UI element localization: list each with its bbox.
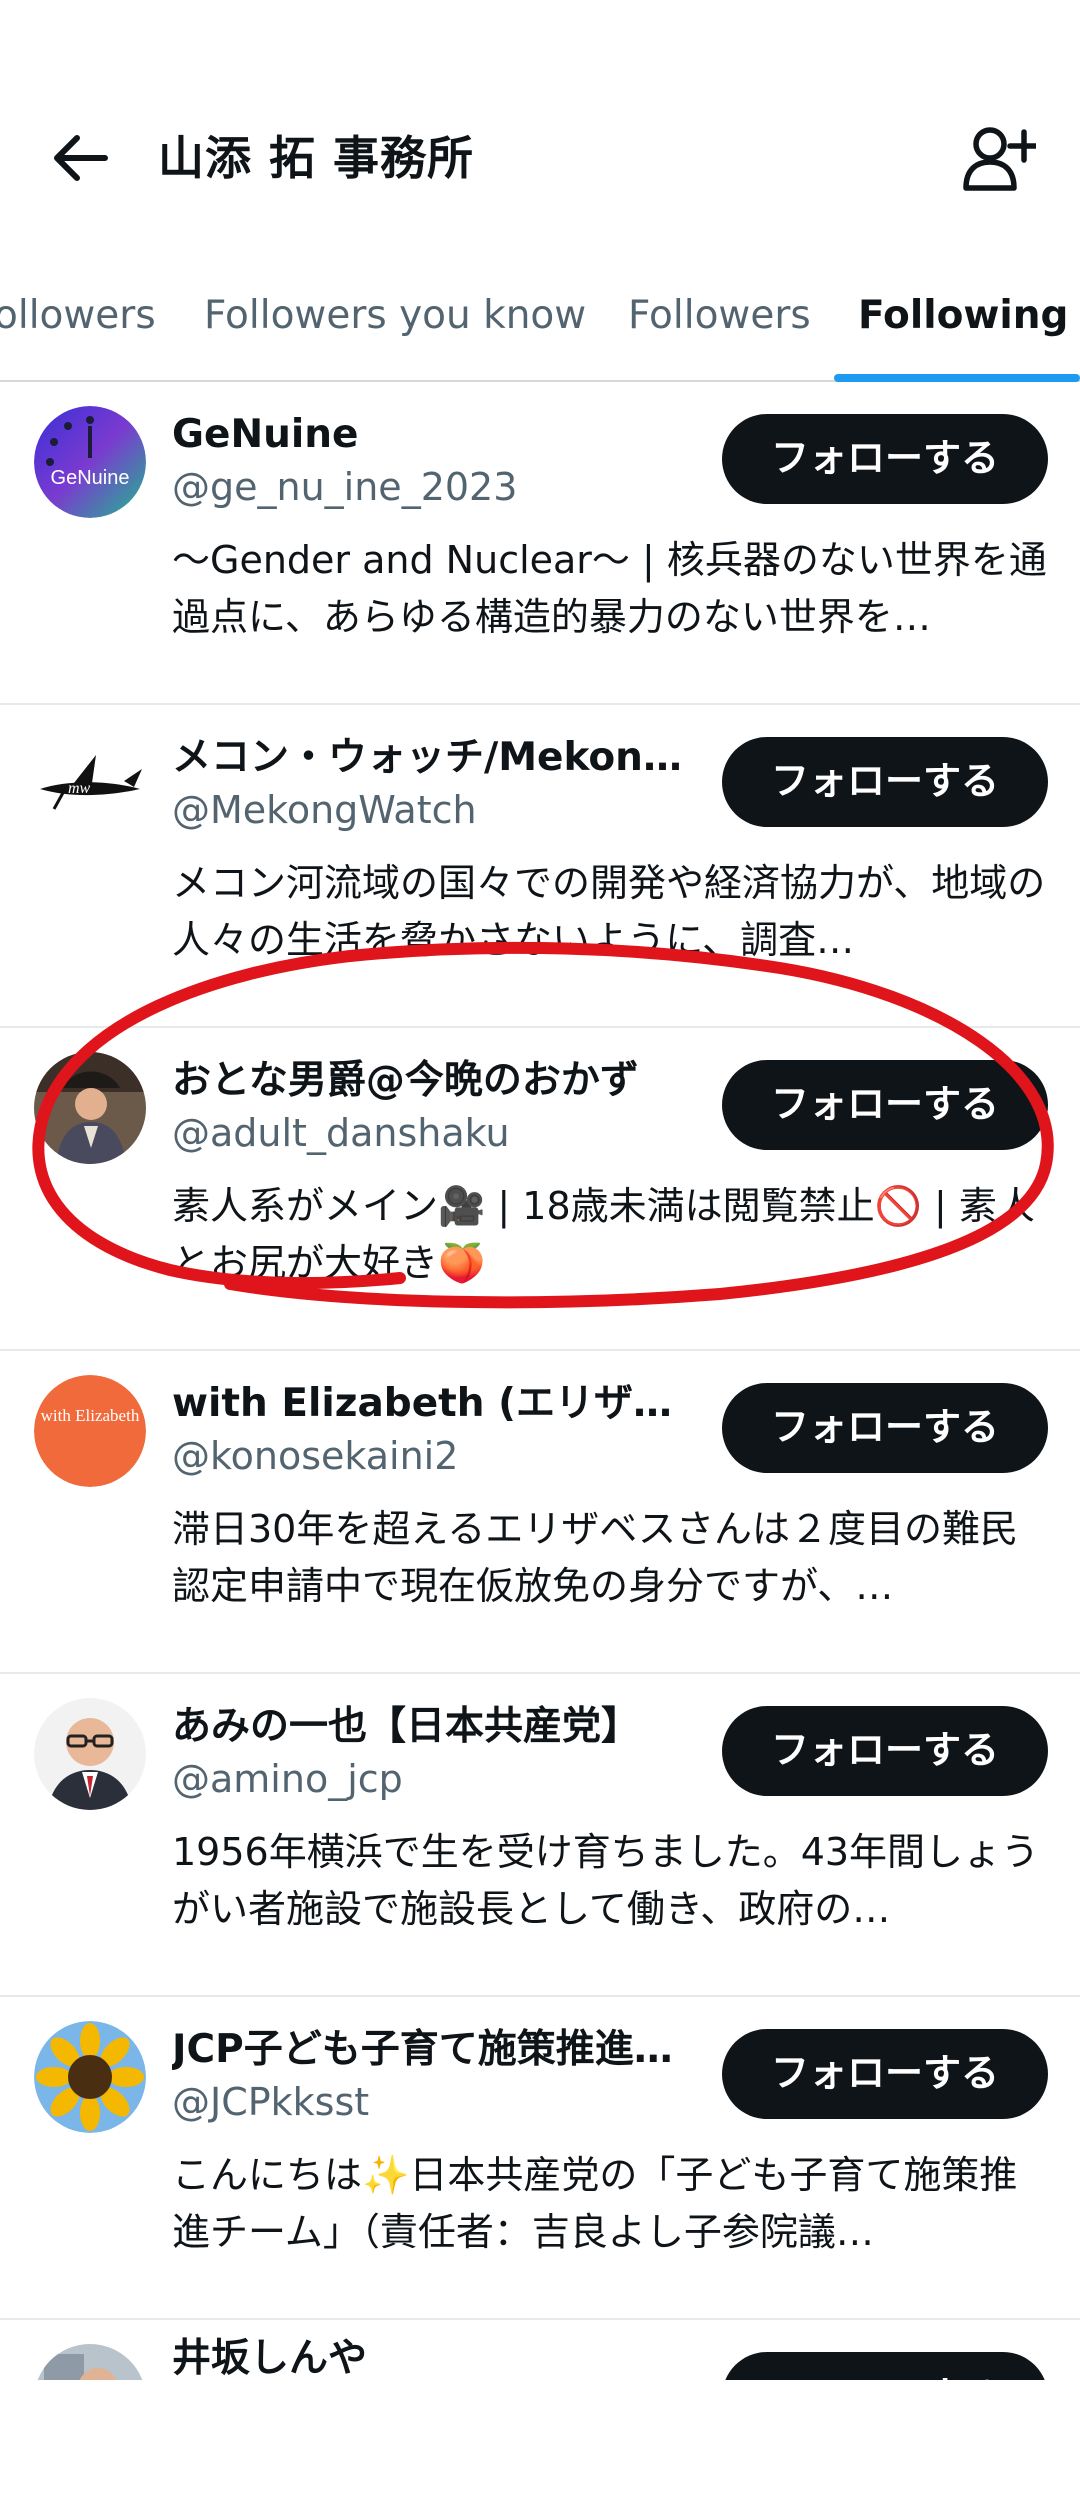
avatar[interactable]	[34, 1698, 146, 1810]
avatar[interactable]: GeNuine	[34, 406, 146, 518]
list-item[interactable]: mw メコン・ウォッチ/Mekon… @MekongWatch メコン河流域の国…	[0, 705, 1080, 1028]
avatar-text: mw	[68, 780, 91, 797]
active-tab-indicator	[834, 374, 1080, 382]
follow-button[interactable]: フォローする	[722, 1060, 1048, 1150]
user-handle: @adult_danshaku	[172, 1111, 510, 1155]
user-bio: 滞日30年を超えるエリザベスさんは２度目の難民認定申請中で現在仮放免の身分ですが…	[172, 1507, 1018, 1608]
tab-bar: ollowers Followers you know Followers Fo…	[0, 280, 1080, 382]
tab-followers[interactable]: Followers	[628, 280, 811, 380]
follow-button[interactable]: フォローする	[722, 1383, 1048, 1473]
avatar[interactable]: with Elizabeth	[34, 1375, 146, 1487]
follow-button[interactable]: フォローする	[722, 737, 1048, 827]
tab-followers-you-know[interactable]: Followers you know	[204, 280, 586, 380]
user-name: GeNuine	[172, 412, 359, 457]
follow-button[interactable]: フォローする	[722, 2029, 1048, 2119]
arrow-left-icon	[54, 135, 108, 181]
page-title: 山添 拓 事務所	[158, 131, 475, 185]
add-user-icon	[963, 127, 1039, 191]
user-name: with Elizabeth (エリザベ…	[172, 1381, 702, 1426]
back-button[interactable]	[48, 126, 112, 190]
user-name: 井坂しんや	[172, 2336, 368, 2380]
user-name: あみの一也【日本共産党】	[172, 1704, 641, 1749]
list-item[interactable]: おとな男爵@今晩のおかず @adult_danshaku 素人系がメイン🎥 | …	[0, 1028, 1080, 1351]
following-list: GeNuine GeNuine @ge_nu_ine_2023 〜Gender …	[0, 382, 1080, 2380]
user-bio: 1956年横浜で生を受け育ちました。43年間しょうがい者施設で施設長として働き、…	[172, 1830, 1040, 1931]
user-handle: @MekongWatch	[172, 788, 477, 832]
add-user-button[interactable]	[962, 124, 1039, 194]
list-item[interactable]: with Elizabeth with Elizabeth (エリザベ… @ko…	[0, 1351, 1080, 1674]
avatar[interactable]: mw	[34, 729, 146, 841]
follow-button[interactable]: フォローする	[722, 2352, 1048, 2380]
avatar[interactable]	[34, 1052, 146, 1164]
avatar[interactable]	[34, 2344, 146, 2380]
user-bio: 素人系がメイン🎥 | 18歳未満は閲覧禁止🚫 | 素人とお尻が大好き🍑	[172, 1184, 1035, 1285]
list-item[interactable]: JCP子ども子育て施策推進… @JCPkksst こんにちは✨日本共産党の「子ど…	[0, 1997, 1080, 2320]
user-bio: こんにちは✨日本共産党の「子ども子育て施策推進チーム」（責任者：吉良よし子参院議…	[172, 2153, 1018, 2254]
user-bio: メコン河流域の国々での開発や経済協力が、地域の人々の生活を脅かさないように、調査…	[172, 861, 1046, 962]
user-handle: @amino_jcp	[172, 1757, 403, 1801]
tab-verified-followers[interactable]: ollowers	[0, 280, 156, 380]
user-name: おとな男爵@今晩のおかず	[172, 1058, 639, 1103]
tab-following[interactable]: Following	[858, 280, 1068, 380]
follow-button[interactable]: フォローする	[722, 414, 1048, 504]
user-bio: 〜Gender and Nuclear〜 | 核兵器のない世界を通過点に、あらゆ…	[172, 538, 1047, 639]
user-name: メコン・ウォッチ/Mekon…	[172, 735, 682, 780]
user-handle: @ge_nu_ine_2023	[172, 465, 518, 509]
user-handle: @JCPkksst	[172, 2080, 370, 2124]
list-item[interactable]: 井坂しんや フォローする	[0, 2320, 1080, 2380]
list-item[interactable]: GeNuine GeNuine @ge_nu_ine_2023 〜Gender …	[0, 382, 1080, 705]
avatar-text: with Elizabeth	[40, 1406, 140, 1425]
user-name: JCP子ども子育て施策推進…	[172, 2027, 673, 2072]
avatar-text: GeNuine	[51, 467, 130, 489]
avatar[interactable]	[34, 2021, 146, 2133]
top-app-bar: 山添 拓 事務所	[0, 0, 1080, 250]
user-handle: @konosekaini2	[172, 1434, 459, 1478]
list-item[interactable]: あみの一也【日本共産党】 @amino_jcp 1956年横浜で生を受け育ちまし…	[0, 1674, 1080, 1997]
follow-button[interactable]: フォローする	[722, 1706, 1048, 1796]
